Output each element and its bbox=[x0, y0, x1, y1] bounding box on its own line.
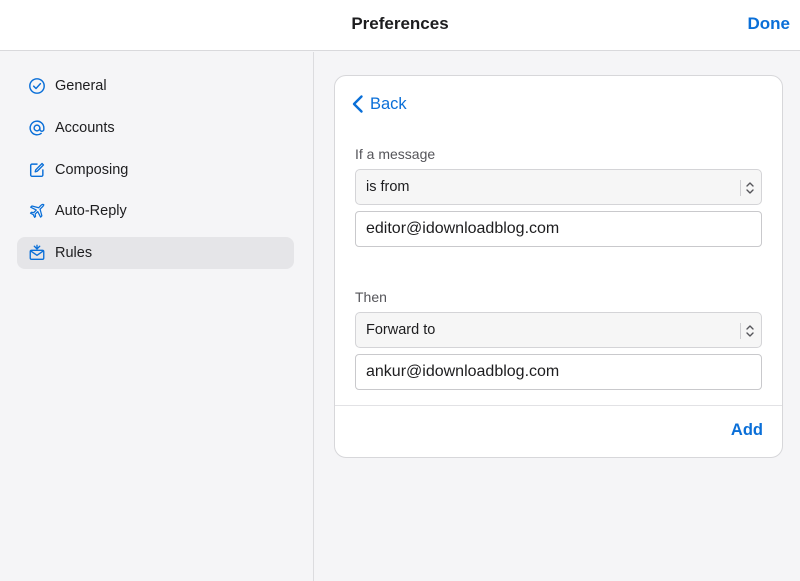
card-footer: Add bbox=[335, 405, 782, 457]
chevron-updown-icon bbox=[746, 325, 754, 337]
sidebar-item-auto-reply[interactable]: Auto-Reply bbox=[17, 195, 294, 227]
condition-label: If a message bbox=[355, 146, 436, 162]
back-button[interactable]: Back bbox=[351, 92, 407, 116]
condition-select[interactable]: is from bbox=[355, 169, 762, 205]
compose-icon bbox=[27, 160, 47, 180]
checkmark-circle-icon bbox=[27, 76, 47, 96]
condition-value-field[interactable] bbox=[355, 211, 762, 247]
back-label: Back bbox=[370, 94, 407, 113]
action-select-value: Forward to bbox=[366, 322, 436, 338]
header-bar: Preferences Done bbox=[0, 0, 800, 51]
action-label: Then bbox=[355, 289, 387, 305]
page-title: Preferences bbox=[351, 14, 449, 33]
sidebar-item-label: Accounts bbox=[55, 119, 115, 136]
envelope-rules-icon bbox=[27, 243, 47, 263]
preferences-window: Preferences Done General Accounts Compos… bbox=[0, 0, 800, 581]
airplane-icon bbox=[27, 201, 47, 221]
sidebar: General Accounts Composing Auto-Reply Ru… bbox=[0, 52, 314, 581]
rule-editor-card: Back If a message is from Then Forward t… bbox=[334, 75, 783, 458]
done-button[interactable]: Done bbox=[748, 14, 791, 34]
action-select[interactable]: Forward to bbox=[355, 312, 762, 348]
sidebar-item-accounts[interactable]: Accounts bbox=[17, 112, 294, 144]
sidebar-item-label: Composing bbox=[55, 161, 129, 178]
chevron-left-icon bbox=[352, 95, 363, 113]
sidebar-item-general[interactable]: General bbox=[17, 70, 294, 102]
chevron-updown-icon bbox=[746, 182, 754, 194]
select-divider bbox=[740, 180, 741, 196]
add-button[interactable]: Add bbox=[731, 421, 763, 440]
sidebar-item-composing[interactable]: Composing bbox=[17, 154, 294, 186]
sidebar-item-label: General bbox=[55, 78, 107, 94]
condition-select-value: is from bbox=[366, 179, 410, 195]
sidebar-item-label: Rules bbox=[55, 245, 93, 262]
at-sign-icon bbox=[27, 118, 47, 138]
select-divider bbox=[740, 323, 741, 339]
action-value-field[interactable] bbox=[355, 354, 762, 390]
sidebar-item-label: Auto-Reply bbox=[55, 203, 127, 220]
sidebar-list: General Accounts Composing Auto-Reply Ru… bbox=[17, 70, 294, 279]
sidebar-item-rules[interactable]: Rules bbox=[17, 237, 294, 270]
